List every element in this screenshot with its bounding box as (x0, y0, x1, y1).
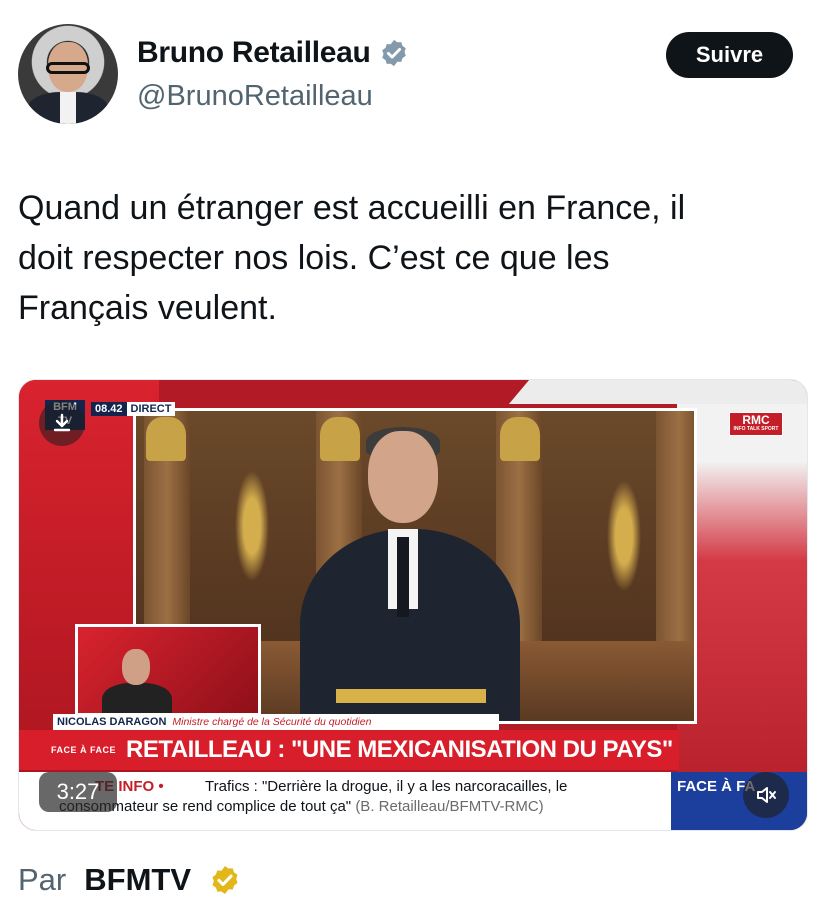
verified-badge-icon (381, 39, 406, 67)
tweet-text: Quand un étranger est accueilli en Franc… (18, 189, 686, 327)
video-stripe (508, 380, 807, 404)
attribution-row: Par BFMTV (18, 862, 241, 898)
headline-banner: FACE À FACE RETAILLEAU : "UNE MEXICANISA… (19, 730, 679, 770)
author-avatar[interactable] (18, 24, 118, 124)
author-name-row[interactable]: Bruno Retailleau (137, 36, 409, 70)
headline-text: RETAILLEAU : "UNE MEXICANISATION DU PAYS… (126, 736, 673, 763)
show-tag: FACE À FACE (51, 745, 117, 755)
speaker-name: NICOLAS DARAGON (57, 716, 167, 728)
speaker-role: Ministre chargé de la Sécurité du quotid… (172, 716, 372, 728)
attribution-prefix: Par (18, 862, 67, 897)
ticker-source: (B. Retailleau/BFMTV-RMC) (355, 798, 544, 815)
video-inset-guest (75, 624, 261, 716)
attribution-name[interactable]: BFMTV (84, 862, 191, 898)
ticker-line-2: consommateur se rend complice de tout ça… (59, 798, 544, 815)
lower-third-name: NICOLAS DARAGON Ministre chargé de la Sé… (53, 714, 499, 730)
speaker-muted-icon (757, 787, 776, 803)
rmc-logo-text: RMC (742, 413, 770, 427)
video-player[interactable]: BFM TV 08.42 DIRECT RMC INFO TALK SPORT … (18, 379, 808, 831)
rmc-tagline: INFO TALK SPORT (733, 426, 779, 432)
author-handle[interactable]: @BrunoRetailleau (137, 80, 373, 113)
video-duration: 3:27 (39, 772, 117, 812)
broadcast-time: 08.42 (91, 402, 127, 416)
author-display-name[interactable]: Bruno Retailleau (137, 36, 371, 70)
live-tag: DIRECT (126, 402, 176, 416)
gold-verified-badge-icon (212, 866, 238, 894)
download-button[interactable] (39, 400, 85, 446)
download-icon (53, 413, 71, 432)
live-indicator: 08.42 DIRECT (91, 402, 176, 416)
mute-button[interactable] (743, 772, 789, 818)
ticker-line-1: Trafics : "Derrière la drogue, il y a le… (205, 778, 568, 795)
follow-button[interactable]: Suivre (666, 32, 793, 78)
rmc-logo: RMC INFO TALK SPORT (729, 412, 783, 436)
